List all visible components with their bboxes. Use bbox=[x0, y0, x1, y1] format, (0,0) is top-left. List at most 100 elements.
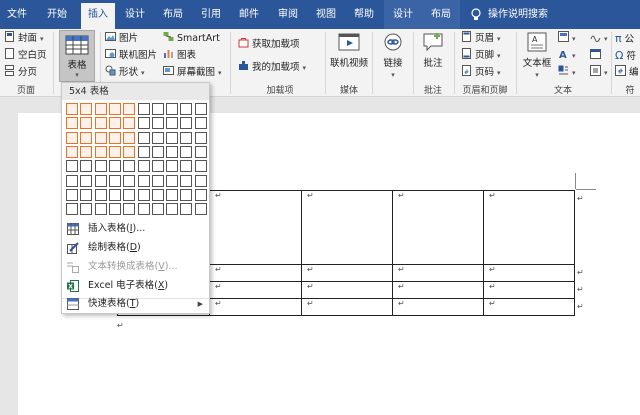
grid-cell[interactable] bbox=[94, 160, 107, 173]
grid-cell[interactable] bbox=[180, 188, 193, 201]
table-cell[interactable]: ↵ bbox=[483, 298, 575, 316]
equation-button[interactable]: π 公 bbox=[615, 31, 634, 47]
grid-cell[interactable] bbox=[108, 131, 121, 144]
grid-cell[interactable] bbox=[166, 203, 179, 216]
online-pictures-button[interactable]: 联机图片 bbox=[105, 48, 157, 64]
table-cell[interactable]: ↵ bbox=[301, 190, 393, 265]
table-cell[interactable]: ↵ bbox=[301, 298, 393, 316]
table-cell[interactable]: ↵ bbox=[483, 281, 575, 299]
grid-cell[interactable] bbox=[166, 131, 179, 144]
tell-me-search[interactable]: 操作说明搜索 bbox=[470, 0, 548, 29]
symbol-button[interactable]: Ω 符 bbox=[615, 48, 636, 64]
pictures-button[interactable]: 图片 bbox=[105, 31, 138, 47]
table-cell[interactable]: ↵ bbox=[209, 281, 302, 299]
table-cell[interactable]: ↵ bbox=[301, 281, 393, 299]
grid-cell[interactable] bbox=[194, 174, 207, 187]
object-button[interactable]: ▾ bbox=[590, 65, 608, 81]
get-addins-button[interactable]: 获取加载项 bbox=[238, 37, 300, 53]
grid-cell[interactable] bbox=[123, 117, 136, 130]
grid-cell[interactable] bbox=[94, 203, 107, 216]
grid-cell[interactable] bbox=[151, 160, 164, 173]
quick-parts-button[interactable]: ▾ bbox=[558, 31, 576, 47]
grid-cell[interactable] bbox=[137, 117, 150, 130]
grid-cell[interactable] bbox=[108, 160, 121, 173]
tab-view[interactable]: 视图 bbox=[308, 0, 344, 29]
tab-help[interactable]: 帮助 bbox=[346, 0, 382, 29]
grid-cell[interactable] bbox=[180, 203, 193, 216]
grid-cell[interactable] bbox=[80, 160, 93, 173]
page-number-button[interactable]: # 页码 ▾ bbox=[461, 65, 501, 81]
grid-cell[interactable] bbox=[94, 145, 107, 158]
grid-cell[interactable] bbox=[123, 103, 136, 115]
textbox-button[interactable]: A 文本框 ▾ bbox=[520, 32, 554, 80]
grid-cell[interactable] bbox=[180, 160, 193, 173]
table-cell[interactable]: ↵ bbox=[392, 281, 484, 299]
grid-cell[interactable] bbox=[137, 103, 150, 115]
table-cell[interactable]: ↵ bbox=[209, 264, 302, 282]
wordart-button[interactable]: A ▾ bbox=[558, 48, 576, 64]
grid-cell[interactable] bbox=[66, 117, 78, 130]
grid-cell[interactable] bbox=[94, 103, 107, 115]
grid-cell[interactable] bbox=[166, 160, 179, 173]
grid-cell[interactable] bbox=[151, 174, 164, 187]
footer-button[interactable]: 页脚 ▾ bbox=[461, 48, 501, 64]
chart-button[interactable]: 图表 bbox=[163, 48, 196, 64]
grid-cell[interactable] bbox=[194, 188, 207, 201]
grid-cell[interactable] bbox=[151, 188, 164, 201]
grid-cell[interactable] bbox=[80, 131, 93, 144]
shapes-button[interactable]: 形状 ▾ bbox=[105, 65, 145, 81]
grid-cell[interactable] bbox=[123, 174, 136, 187]
drop-cap-button[interactable]: ▾ bbox=[558, 65, 576, 81]
draw-table-menu-item[interactable]: 绘制表格(D) bbox=[62, 239, 209, 257]
grid-cell[interactable] bbox=[194, 103, 207, 115]
grid-cell[interactable] bbox=[66, 160, 78, 173]
grid-cell[interactable] bbox=[151, 131, 164, 144]
grid-cell[interactable] bbox=[108, 103, 121, 115]
tab-review[interactable]: 审阅 bbox=[270, 0, 306, 29]
date-time-button[interactable] bbox=[590, 48, 604, 64]
grid-cell[interactable] bbox=[123, 160, 136, 173]
table-cell[interactable]: ↵ bbox=[392, 298, 484, 316]
grid-cell[interactable] bbox=[166, 103, 179, 115]
quick-tables-menu-item[interactable]: 快速表格(T) ▶ bbox=[62, 295, 209, 313]
table-cell[interactable]: ↵ bbox=[392, 264, 484, 282]
grid-cell[interactable] bbox=[80, 145, 93, 158]
screenshot-button[interactable]: 屏幕截图 ▾ bbox=[163, 65, 222, 81]
grid-cell[interactable] bbox=[180, 117, 193, 130]
tab-table-layout[interactable]: 布局 bbox=[422, 0, 460, 29]
insert-table-menu-item[interactable]: 插入表格(I)... bbox=[62, 220, 209, 238]
grid-cell[interactable] bbox=[166, 188, 179, 201]
grid-cell[interactable] bbox=[123, 203, 136, 216]
grid-cell[interactable] bbox=[180, 174, 193, 187]
online-video-button[interactable]: 联机视频 bbox=[328, 32, 370, 69]
grid-cell[interactable] bbox=[194, 145, 207, 158]
grid-cell[interactable] bbox=[180, 103, 193, 115]
tab-mailings[interactable]: 邮件 bbox=[231, 0, 267, 29]
grid-cell[interactable] bbox=[180, 145, 193, 158]
cover-page-button[interactable]: 封面 ▾ bbox=[4, 31, 44, 47]
my-addins-button[interactable]: 我的加载项 ▾ bbox=[238, 60, 306, 76]
grid-cell[interactable] bbox=[123, 131, 136, 144]
table-cell[interactable]: ↵ bbox=[209, 190, 302, 265]
grid-cell[interactable] bbox=[66, 174, 78, 187]
signature-line-button[interactable]: ▾ bbox=[590, 31, 608, 47]
table-cell[interactable]: ↵ bbox=[392, 190, 484, 265]
tab-design[interactable]: 设计 bbox=[117, 0, 153, 29]
grid-cell[interactable] bbox=[137, 174, 150, 187]
grid-cell[interactable] bbox=[137, 145, 150, 158]
tab-layout[interactable]: 布局 bbox=[155, 0, 191, 29]
grid-cell[interactable] bbox=[108, 188, 121, 201]
grid-cell[interactable] bbox=[66, 145, 78, 158]
grid-cell[interactable] bbox=[194, 203, 207, 216]
blank-page-button[interactable]: 空白页 bbox=[4, 48, 47, 64]
grid-cell[interactable] bbox=[151, 103, 164, 115]
table-cell[interactable]: ↵ bbox=[483, 190, 575, 265]
grid-cell[interactable] bbox=[108, 117, 121, 130]
grid-cell[interactable] bbox=[66, 103, 78, 115]
table-cell[interactable]: ↵ bbox=[209, 298, 302, 316]
grid-cell[interactable] bbox=[194, 117, 207, 130]
grid-cell[interactable] bbox=[123, 188, 136, 201]
smartart-button[interactable]: SmartArt bbox=[163, 31, 220, 47]
tab-insert[interactable]: 插入 bbox=[81, 3, 115, 29]
grid-cell[interactable] bbox=[137, 160, 150, 173]
